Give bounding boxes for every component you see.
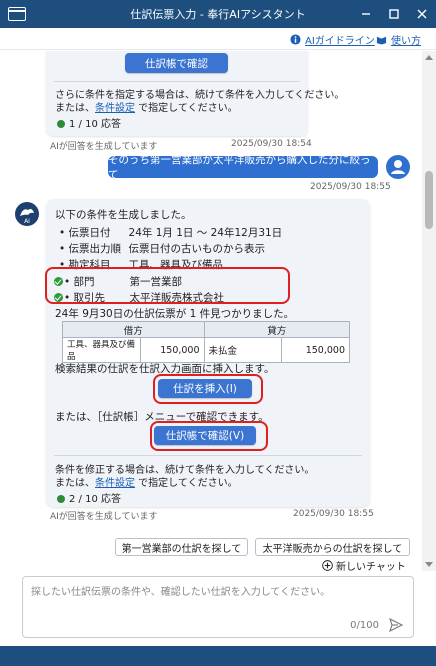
top-toolbar: AIガイドライン 使い方 bbox=[0, 28, 436, 50]
howto-label: 使い方 bbox=[391, 36, 421, 47]
status-dot bbox=[57, 120, 65, 128]
response-count-text: 1 / 10 応答 bbox=[69, 119, 121, 130]
condition-label: 伝票出力順 bbox=[68, 243, 122, 255]
char-counter: 0/100 bbox=[350, 620, 379, 631]
new-chat-button[interactable]: 新しいチャット bbox=[322, 558, 406, 571]
status-dot bbox=[57, 495, 65, 503]
ai-message-card-2: 以下の条件を生成しました。 • 伝票日付 24年 1月 1日 〜 24年12月31… bbox=[46, 199, 370, 507]
ai-disclaimer-1: AIが回答を生成しています bbox=[50, 142, 158, 152]
close-button[interactable] bbox=[408, 0, 436, 28]
suggestion-chip-1[interactable]: 第一営業部の仕訳を探して bbox=[115, 538, 248, 556]
journal-table: 借方 貸方 工具、器具及び備品 150,000 未払金 150,000 bbox=[62, 321, 351, 363]
timestamp-1: 2025/09/30 18:54 bbox=[231, 139, 312, 149]
credit-amount: 150,000 bbox=[281, 337, 350, 363]
book-icon bbox=[376, 36, 387, 45]
svg-text:AI: AI bbox=[24, 218, 30, 225]
info-icon bbox=[290, 34, 301, 45]
minimize-icon bbox=[362, 13, 370, 15]
ai-guideline-label: AIガイドライン bbox=[305, 36, 375, 47]
scroll-up-icon[interactable] bbox=[425, 55, 433, 60]
hint-suffix: で指定してください。 bbox=[135, 103, 238, 114]
journal-confirm-button-1[interactable]: 仕訳帳で確認 bbox=[125, 53, 228, 73]
plus-circle-icon bbox=[322, 560, 333, 571]
hint-text-2: または、条件設定 で指定してください。 bbox=[55, 474, 238, 489]
window-controls bbox=[352, 0, 436, 28]
maximize-icon bbox=[389, 9, 399, 19]
condition-settings-link[interactable]: 条件設定 bbox=[95, 478, 135, 489]
divider bbox=[54, 455, 362, 456]
ai-disclaimer-2: AIが回答を生成しています bbox=[50, 512, 158, 522]
ai-message-card-1: 仕訳帳で確認 さらに条件を指定する場合は、続けて条件を入力してください。 または… bbox=[46, 51, 344, 136]
suggestion-chip-2[interactable]: 太平洋販売からの仕訳を探して bbox=[255, 538, 410, 556]
scroll-thumb[interactable] bbox=[425, 171, 433, 229]
ai-guideline-link[interactable]: AIガイドライン bbox=[290, 32, 375, 47]
hint-text-2: または、条件設定 で指定してください。 bbox=[55, 99, 238, 114]
user-icon bbox=[391, 160, 405, 174]
condition-date: • 伝票日付 24年 1月 1日 〜 24年12月31日 bbox=[59, 227, 283, 239]
hint-prefix: または、 bbox=[55, 478, 95, 489]
debit-account: 工具、器具及び備品 bbox=[62, 337, 141, 363]
hint-suffix: で指定してください。 bbox=[135, 478, 238, 489]
debit-amount: 150,000 bbox=[139, 337, 205, 363]
condition-label: 伝票日付 bbox=[68, 227, 111, 239]
table-header-row: 借方 貸方 bbox=[62, 321, 351, 338]
chat-area: 仕訳帳で確認 さらに条件を指定する場合は、続けて条件を入力してください。 または… bbox=[0, 51, 420, 571]
minimize-button[interactable] bbox=[352, 0, 380, 28]
divider bbox=[54, 81, 300, 82]
debit-header: 借方 bbox=[62, 321, 205, 338]
result-text: 24年 9月30日の仕訳伝票が 1 件見つかりました。 bbox=[55, 308, 295, 320]
chat-input-placeholder: 探したい仕訳伝票の条件や、確認したい仕訳を入力してください。 bbox=[31, 587, 331, 598]
table-row: 工具、器具及び備品 150,000 未払金 150,000 bbox=[62, 337, 350, 363]
chat-scrollbar[interactable] bbox=[422, 51, 436, 571]
credit-account: 未払金 bbox=[203, 337, 283, 363]
send-icon[interactable] bbox=[389, 618, 403, 632]
ai-assistant-icon: AI bbox=[15, 202, 39, 226]
app-window-icon bbox=[8, 7, 26, 21]
highlight-insert-button bbox=[153, 374, 263, 404]
timestamp-2: 2025/09/30 18:55 bbox=[293, 509, 374, 519]
response-count: 2 / 10 応答 bbox=[57, 490, 121, 505]
user-message-bubble: そのうち第一営業部が太平洋販売から購入した分に絞って bbox=[108, 154, 378, 181]
chat-input[interactable]: 探したい仕訳伝票の条件や、確認したい仕訳を入力してください。 0/100 bbox=[22, 576, 414, 638]
close-icon bbox=[417, 9, 427, 19]
condition-value: 伝票日付の古いものから表示 bbox=[128, 243, 266, 255]
response-count-text: 2 / 10 応答 bbox=[69, 494, 121, 505]
condition-settings-link[interactable]: 条件設定 bbox=[95, 103, 135, 114]
intro-text: 以下の条件を生成しました。 bbox=[55, 209, 192, 221]
bottom-bar bbox=[0, 646, 436, 666]
scroll-down-icon[interactable] bbox=[425, 562, 433, 567]
highlight-new-conditions bbox=[45, 267, 290, 304]
howto-link[interactable]: 使い方 bbox=[376, 32, 421, 47]
title-bar: 仕訳伝票入力 - 奉行AIアシスタント bbox=[0, 0, 436, 28]
response-count: 1 / 10 応答 bbox=[57, 115, 121, 130]
maximize-button[interactable] bbox=[380, 0, 408, 28]
user-avatar bbox=[386, 155, 410, 179]
user-timestamp: 2025/09/30 18:55 bbox=[310, 182, 391, 192]
highlight-confirm-button bbox=[150, 421, 268, 451]
hint-prefix: または、 bbox=[55, 103, 95, 114]
condition-order: • 伝票出力順 伝票日付の古いものから表示 bbox=[59, 243, 266, 255]
credit-header: 貸方 bbox=[203, 321, 351, 338]
condition-value: 24年 1月 1日 〜 24年12月31日 bbox=[128, 227, 283, 239]
new-chat-label: 新しいチャット bbox=[336, 562, 406, 571]
